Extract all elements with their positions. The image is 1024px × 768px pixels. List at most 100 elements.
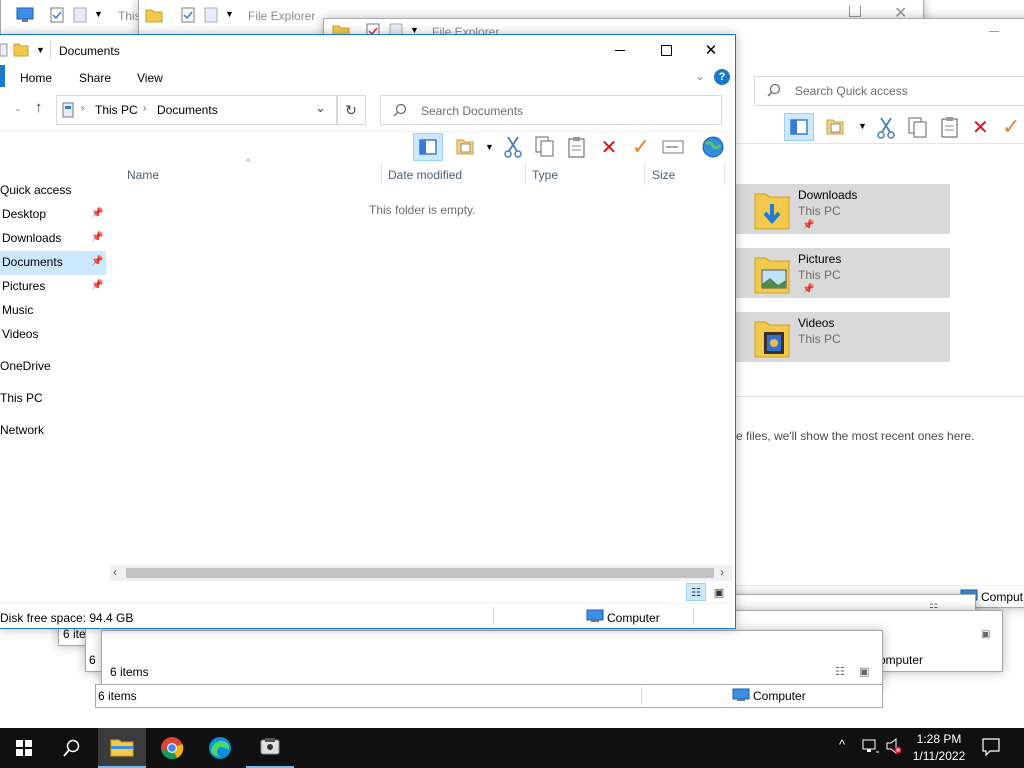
delete-button[interactable]: ✕	[596, 135, 622, 159]
show-hidden-icons-icon[interactable]: ^	[839, 737, 845, 752]
refresh-button[interactable]: ↻	[336, 95, 366, 125]
search-input[interactable]: Search Documents	[421, 104, 523, 118]
properties-icon[interactable]	[826, 117, 846, 140]
taskbar-app[interactable]	[246, 728, 294, 768]
properties-icon	[180, 7, 196, 26]
nav-music[interactable]: Music	[2, 303, 33, 317]
check-icon[interactable]: ✓	[1002, 114, 1020, 140]
large-icons-view-icon[interactable]: ▣	[859, 665, 869, 678]
chevron-down-icon[interactable]: ▼	[94, 9, 103, 19]
copy-button[interactable]	[532, 135, 558, 159]
column-date-modified[interactable]: Date modified	[388, 168, 462, 182]
chevron-down-icon[interactable]: ▼	[858, 121, 867, 131]
globe-icon	[702, 136, 724, 158]
close-button[interactable]: ✕	[688, 35, 734, 65]
chevron-down-icon[interactable]: ▼	[485, 142, 494, 152]
up-arrow-icon[interactable]: ↑	[35, 99, 43, 116]
nav-onedrive[interactable]: OneDrive	[0, 359, 51, 373]
delete-icon[interactable]: ✕	[972, 115, 989, 140]
large-icons-view-button[interactable]: ▣	[710, 583, 728, 601]
details-view-button[interactable]: ☷	[686, 583, 706, 601]
maximize-button[interactable]	[643, 35, 689, 65]
chevron-down-icon[interactable]: ▼	[36, 45, 45, 55]
tab-home[interactable]: Home	[20, 71, 52, 85]
column-separator[interactable]	[381, 163, 382, 185]
downloads-folder-icon	[754, 190, 790, 233]
cut-button[interactable]	[500, 135, 526, 159]
nav-desktop[interactable]: Desktop	[2, 207, 46, 221]
details-view-icon[interactable]: ☷	[835, 665, 845, 678]
paste-button[interactable]	[564, 135, 590, 159]
horizontal-scrollbar[interactable]: ‹ ›	[110, 565, 732, 581]
network-icon[interactable]	[862, 738, 880, 757]
nav-documents[interactable]: Documents	[2, 255, 63, 269]
preview-pane-icon	[419, 139, 437, 155]
help-icon[interactable]: ?	[714, 69, 730, 85]
scroll-right-icon[interactable]: ›	[720, 565, 724, 579]
nav-pictures[interactable]: Pictures	[2, 279, 45, 293]
address-dropdown-icon[interactable]: ⌄	[315, 100, 326, 116]
stacked-window-4[interactable]: 6 items Computer	[95, 684, 883, 708]
breadcrumb-thispc[interactable]: This PC	[95, 103, 138, 117]
column-name[interactable]: Name	[127, 168, 159, 182]
rename-button[interactable]: ✓	[628, 134, 654, 159]
search-icon	[767, 83, 781, 100]
tile-downloads[interactable]: Downloads This PC 📌	[736, 184, 950, 234]
nav-videos[interactable]: Videos	[2, 327, 38, 341]
copy-icon[interactable]	[908, 117, 928, 142]
scroll-left-icon[interactable]: ‹	[113, 565, 117, 579]
pin-icon: 📌	[91, 280, 104, 291]
tile-pictures[interactable]: Pictures This PC 📌	[736, 248, 950, 298]
preview-pane-button[interactable]	[413, 133, 443, 161]
properties-button[interactable]	[453, 135, 479, 159]
column-size[interactable]: Size	[652, 168, 675, 182]
clock-time[interactable]: 1:28 PM	[914, 732, 964, 746]
select-button[interactable]	[660, 135, 686, 159]
tab-share[interactable]: Share	[79, 71, 111, 85]
search-button[interactable]	[48, 728, 96, 768]
documents-window[interactable]: ▼ Documents ✕ Home Share View ⌄ ? ⌄ ↑ › …	[0, 34, 736, 629]
status-items: 6 items	[98, 689, 137, 703]
paste-icon[interactable]	[940, 116, 960, 141]
minimize-icon[interactable]	[989, 31, 999, 32]
column-separator[interactable]	[525, 163, 526, 185]
nav-downloads[interactable]: Downloads	[2, 231, 61, 245]
breadcrumb-documents[interactable]: Documents	[157, 103, 218, 117]
taskbar-edge[interactable]	[196, 728, 244, 768]
column-type[interactable]: Type	[532, 168, 558, 182]
nav-this-pc[interactable]: This PC	[0, 391, 43, 405]
paste-icon	[568, 137, 585, 158]
stacked-window-3[interactable]: 6 items ☷ ▣	[101, 630, 883, 688]
file-tab[interactable]	[0, 65, 5, 87]
minimize-button[interactable]	[597, 35, 643, 65]
search-box[interactable]: Search Quick access	[754, 76, 1024, 106]
expand-ribbon-icon[interactable]: ⌄	[695, 69, 705, 83]
search-input[interactable]: Search Quick access	[795, 84, 908, 98]
taskbar-chrome[interactable]	[148, 728, 196, 768]
notifications-icon[interactable]	[982, 738, 1000, 759]
volume-muted-icon[interactable]	[886, 737, 902, 757]
breadcrumb-separator-icon: ›	[143, 103, 147, 114]
chevron-down-icon[interactable]: ▼	[225, 9, 234, 19]
search-icon	[63, 739, 80, 757]
taskbar-file-explorer[interactable]	[98, 728, 146, 768]
preview-pane-icon[interactable]	[784, 113, 814, 141]
scrollbar-thumb[interactable]	[126, 568, 714, 578]
maximize-icon[interactable]	[849, 6, 861, 17]
sort-up-icon: ^	[246, 157, 251, 167]
nav-network[interactable]: Network	[0, 423, 44, 437]
large-icons-view-icon[interactable]: ▣	[981, 629, 990, 640]
network-button[interactable]	[700, 135, 726, 159]
tile-videos[interactable]: Videos This PC	[736, 312, 950, 362]
recent-locations-icon[interactable]: ⌄	[14, 103, 22, 114]
search-box[interactable]: Search Documents	[380, 95, 722, 125]
clock-date[interactable]: 1/11/2022	[909, 749, 969, 763]
nav-quick-access[interactable]: Quick access	[0, 183, 71, 197]
column-separator[interactable]	[724, 163, 725, 185]
address-bar[interactable]: › This PC › Documents ⌄	[56, 95, 338, 125]
cut-icon[interactable]	[876, 117, 896, 142]
tab-view[interactable]: View	[137, 71, 163, 85]
column-separator[interactable]	[644, 163, 645, 185]
videos-folder-icon	[754, 318, 790, 361]
start-button[interactable]	[0, 728, 48, 768]
